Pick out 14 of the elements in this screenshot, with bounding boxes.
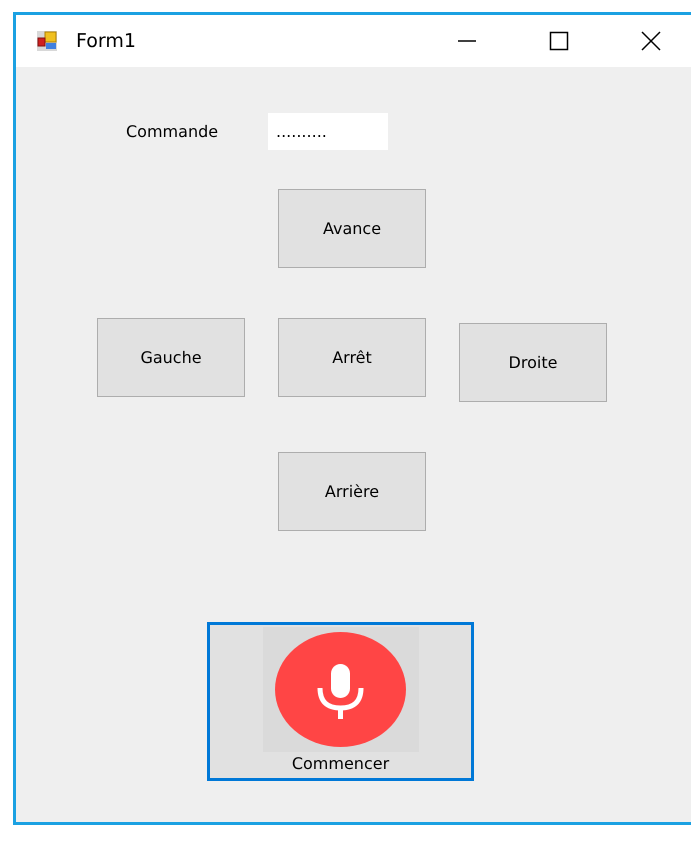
minimize-icon — [457, 40, 477, 42]
command-label: Commande — [126, 122, 220, 141]
direction-button[interactable]: Gauche — [97, 318, 245, 397]
microphone-icon — [275, 632, 406, 747]
direction-button[interactable]: Avance — [278, 189, 426, 268]
maximize-icon — [549, 31, 569, 51]
command-field[interactable]: .......... — [268, 113, 388, 150]
start-button[interactable]: Commencer — [207, 622, 474, 781]
direction-button[interactable]: Arrêt — [278, 318, 426, 397]
window-title: Form1 — [76, 30, 136, 52]
direction-button[interactable]: Droite — [459, 323, 607, 402]
direction-button[interactable]: Arrière — [278, 452, 426, 531]
close-icon — [641, 31, 661, 51]
form-icon — [36, 30, 58, 52]
